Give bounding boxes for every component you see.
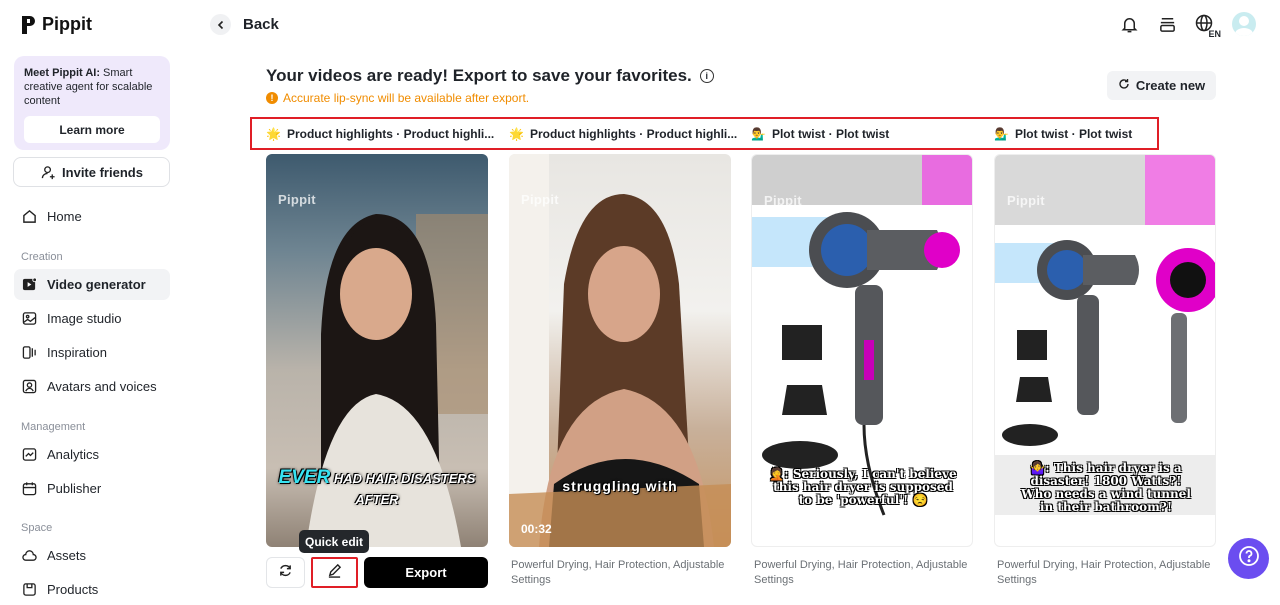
bell-icon[interactable] [1118, 13, 1140, 35]
pippit-watermark: Pippit [278, 192, 316, 207]
calendar-icon [21, 481, 37, 497]
video-duration: 00:15 [764, 521, 795, 535]
video-duration: 00:32 [521, 522, 552, 536]
pencil-icon [327, 563, 342, 583]
pippit-watermark: Pippit [1007, 193, 1045, 208]
video-caption: EVER HAD HAIR DISASTERS [278, 467, 476, 488]
sidebar-item-image-studio[interactable]: Image studio [14, 303, 170, 334]
notice-text: Accurate lip-sync will be available afte… [283, 91, 530, 105]
sidebar-item-label: Analytics [47, 447, 100, 462]
chevron-left-icon [210, 14, 231, 35]
product-icon [21, 582, 37, 598]
learn-more-button[interactable]: Learn more [24, 116, 160, 143]
sidebar-item-label: Home [47, 209, 82, 224]
tag-label: Plot twist · Plot twist [1014, 127, 1133, 141]
sidebar-item-analytics[interactable]: Analytics [14, 439, 170, 470]
back-label: Back [243, 16, 279, 33]
video-tag: 💁‍♂️ Plot twist · Plot twist [751, 127, 889, 141]
page-title-text: Your videos are ready! Export to save yo… [266, 66, 692, 85]
video-caption-line2: AFTER [355, 492, 399, 507]
tag-emoji: 🌟 [266, 127, 281, 141]
quick-edit-tooltip: Quick edit [299, 530, 369, 553]
section-creation: Creation [21, 251, 63, 263]
app-logo[interactable]: Pippit [20, 14, 92, 35]
sidebar-item-label: Products [47, 582, 99, 597]
tag-label: Product highlights · Product highli... [529, 127, 738, 141]
page-title: Your videos are ready! Export to save yo… [266, 66, 714, 86]
sidebar-item-inspiration[interactable]: Inspiration [14, 337, 170, 368]
sidebar-item-avatars-voices[interactable]: Avatars and voices [14, 371, 170, 402]
pippit-watermark: Pippit [521, 192, 559, 207]
video-card[interactable]: Pippit struggling with 00:32 [509, 154, 731, 547]
tag-emoji: 💁‍♂️ [751, 127, 766, 141]
sidebar-item-home[interactable]: Home [14, 201, 170, 232]
video-card[interactable]: Pippit EVER HAD HAIR DISASTERS AFTER [266, 154, 488, 547]
export-button[interactable]: Export [364, 557, 488, 588]
refresh-icon [278, 563, 293, 583]
sidebar: Pippit Meet Pippit AI: Smart creative ag… [0, 0, 184, 599]
home-icon [21, 209, 37, 225]
cloud-icon [21, 548, 37, 564]
tag-label: Plot twist · Plot twist [771, 127, 890, 141]
info-icon[interactable]: i [699, 69, 714, 83]
section-space: Space [21, 522, 53, 534]
refresh-icon [1118, 78, 1130, 93]
inspiration-icon [21, 345, 37, 361]
invite-label: Invite friends [62, 164, 143, 180]
pippit-watermark: Pippit [764, 193, 802, 208]
language-code: EN [1208, 29, 1221, 39]
top-icons: EN [1118, 12, 1256, 39]
sidebar-item-label: Video generator [47, 277, 146, 292]
avatar-icon [21, 379, 37, 395]
pippit-logo-icon [20, 15, 36, 35]
video-caption: 🤦: Seriously, I can't believe this hair … [769, 467, 957, 507]
sidebar-item-label: Avatars and voices [47, 379, 157, 394]
sidebar-item-label: Image studio [47, 311, 122, 326]
sidebar-item-label: Publisher [47, 481, 102, 496]
sidebar-item-label: Inspiration [47, 345, 107, 360]
user-avatar[interactable] [1232, 12, 1256, 36]
lip-sync-notice: ! Accurate lip-sync will be available af… [266, 91, 529, 105]
globe-language-icon[interactable]: EN [1194, 13, 1221, 39]
video-card[interactable]: Pippit 🤦: Seriously, I can't believe thi… [751, 154, 973, 547]
question-icon [1238, 545, 1260, 572]
promo-card: Meet Pippit AI: Smart creative agent for… [14, 56, 170, 150]
promo-text: Meet Pippit AI: Smart creative agent for… [24, 67, 153, 107]
video-duration: 00:22 [1007, 521, 1038, 535]
warning-icon: ! [266, 92, 278, 104]
video-card[interactable]: Pippit 🤷‍♀️: This hair dryer is a disast… [994, 154, 1216, 547]
create-new-button[interactable]: Create new [1107, 71, 1216, 100]
sidebar-item-publisher[interactable]: Publisher [14, 473, 170, 504]
analytics-icon [21, 447, 37, 463]
user-add-icon [40, 164, 56, 180]
video-caption: struggling with [562, 478, 678, 494]
sidebar-item-video-generator[interactable]: Video generator [14, 269, 170, 300]
video-description: Powerful Drying, Hair Protection, Adjust… [997, 559, 1211, 586]
regenerate-button[interactable] [266, 557, 305, 588]
create-new-label: Create new [1135, 78, 1206, 93]
app-name: Pippit [42, 14, 92, 34]
video-description: Powerful Drying, Hair Protection, Adjust… [511, 559, 725, 586]
video-generator-icon [21, 277, 37, 293]
tag-emoji: 💁‍♂️ [994, 127, 1009, 141]
sidebar-item-label: Assets [47, 548, 87, 563]
sidebar-item-assets[interactable]: Assets [14, 540, 170, 571]
video-caption: 🤷‍♀️: This hair dryer is a disaster! 180… [1021, 461, 1191, 514]
tag-emoji: 🌟 [509, 127, 524, 141]
video-tag: 💁‍♂️ Plot twist · Plot twist [994, 127, 1132, 141]
quick-edit-button[interactable] [311, 557, 358, 588]
back-button[interactable]: Back [210, 14, 279, 35]
video-tag: 🌟 Product highlights · Product highli... [509, 127, 737, 141]
help-button[interactable] [1228, 538, 1269, 579]
image-icon [21, 311, 37, 327]
invite-friends-button[interactable]: Invite friends [13, 157, 170, 187]
stack-icon[interactable] [1156, 13, 1178, 35]
tag-label: Product highlights · Product highli... [286, 127, 495, 141]
video-description: Powerful Drying, Hair Protection, Adjust… [754, 559, 968, 586]
sidebar-item-products[interactable]: Products [14, 574, 170, 605]
section-management: Management [21, 421, 86, 433]
video-tag: 🌟 Product highlights · Product highli... [266, 127, 494, 141]
